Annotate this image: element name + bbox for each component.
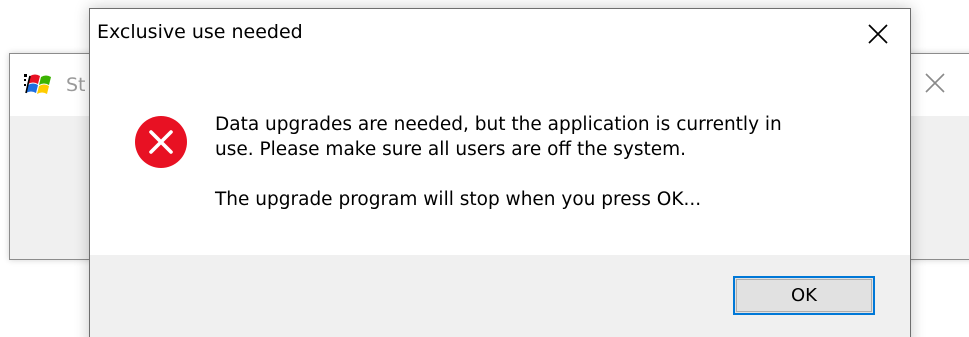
- close-button[interactable]: [860, 18, 896, 50]
- dialog-titlebar[interactable]: Exclusive use needed: [90, 9, 910, 57]
- dialog-button-bar: OK: [90, 255, 910, 337]
- error-icon: [134, 115, 188, 169]
- message-line: Data upgrades are needed, but the applic…: [215, 114, 782, 135]
- dialog-body: Data upgrades are needed, but the applic…: [90, 57, 910, 255]
- desktop: St Exclusive use needed Data upgrades ar…: [0, 0, 969, 337]
- windows-flag-icon: [24, 72, 54, 98]
- dialog-title: Exclusive use needed: [97, 21, 303, 43]
- ok-button[interactable]: OK: [733, 276, 875, 315]
- message-line: The upgrade program will stop when you p…: [215, 189, 702, 210]
- close-icon[interactable]: [920, 68, 950, 98]
- error-dialog[interactable]: Exclusive use needed Data upgrades are n…: [89, 8, 911, 337]
- message-line: use. Please make sure all users are off …: [215, 139, 687, 160]
- close-icon: [868, 24, 888, 44]
- background-window-title: St: [66, 74, 86, 96]
- dialog-message: Data upgrades are needed, but the applic…: [215, 112, 875, 212]
